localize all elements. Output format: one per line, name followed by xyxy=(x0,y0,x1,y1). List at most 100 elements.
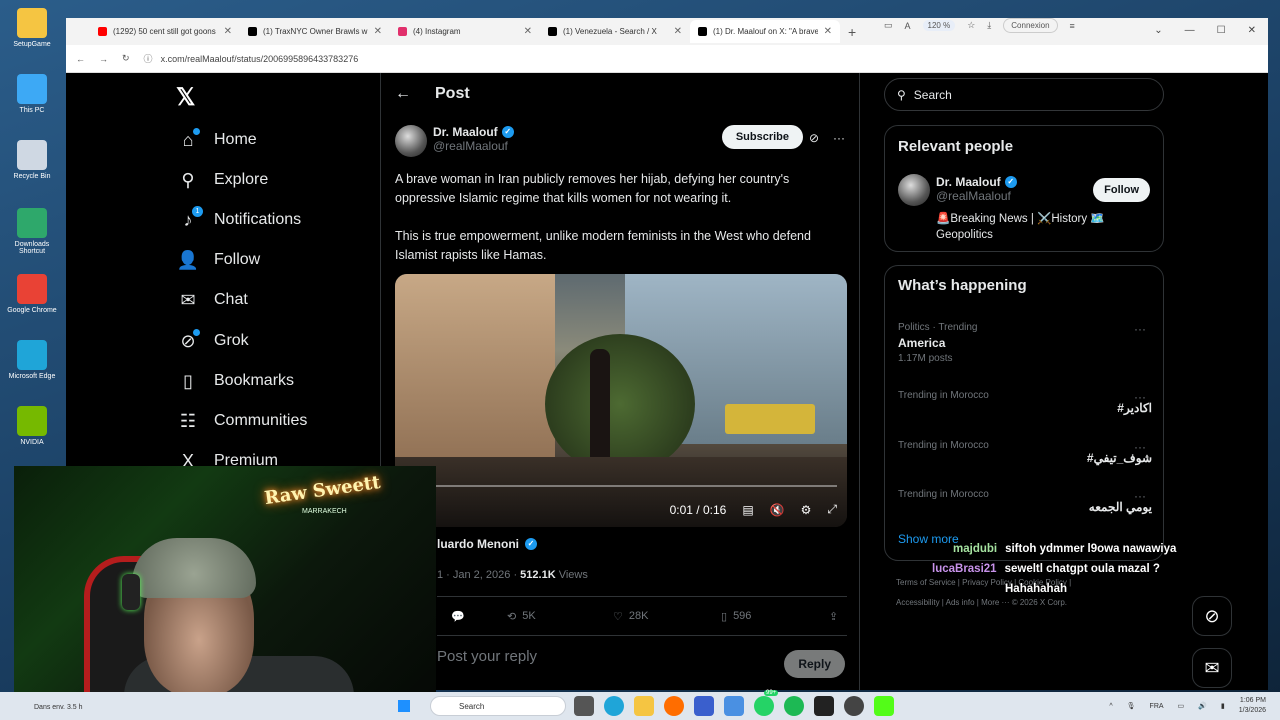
menu-icon[interactable]: ≡ xyxy=(1070,21,1075,31)
capcut-icon[interactable] xyxy=(814,696,834,716)
more-options-icon[interactable]: ··· xyxy=(1134,390,1146,404)
browser-tab[interactable]: (4) Instagram ✕ xyxy=(390,20,540,43)
cast-icon[interactable]: ▭ xyxy=(884,20,893,31)
outlook-icon[interactable] xyxy=(724,696,744,716)
post-author[interactable]: Dr. Maalouf ✓ @realMaalouf xyxy=(395,125,514,157)
quoted-author-name[interactable]: luardo Menoni xyxy=(437,537,519,551)
nav-item-explore[interactable]: ⚲ Explore xyxy=(176,169,268,191)
language-indicator[interactable]: FRA xyxy=(1150,703,1164,710)
maximize-button[interactable]: ☐ xyxy=(1217,25,1226,36)
connexion-button[interactable]: Connexion xyxy=(1003,18,1058,33)
browser-tab[interactable]: (1) Dr. Maalouf on X: "A brave ✕ xyxy=(690,20,840,43)
favorite-star-icon[interactable]: ☆ xyxy=(967,20,975,31)
edge-icon[interactable] xyxy=(604,696,624,716)
more-options-icon[interactable]: ··· xyxy=(1134,322,1146,336)
refresh-icon[interactable]: ↻ xyxy=(122,53,130,64)
url-field[interactable]: x.com/realMaalouf/status/200699589643378… xyxy=(161,54,359,64)
close-window-button[interactable]: ✕ xyxy=(1248,25,1256,36)
browser-tab[interactable]: (1) TraxNYC Owner Brawls with ✕ xyxy=(240,20,390,43)
trend-item[interactable]: Politics · Trending America 1.17M posts ··· xyxy=(898,322,1152,364)
kick-icon[interactable] xyxy=(874,696,894,716)
back-arrow-icon[interactable]: ← xyxy=(395,85,411,103)
trend-item[interactable]: Trending in Morocco #اكادير ··· xyxy=(898,390,1152,415)
close-tab-icon[interactable]: ✕ xyxy=(524,26,532,37)
nav-item-follow[interactable]: 👤 Follow xyxy=(176,249,260,271)
site-info-icon[interactable]: ⓘ xyxy=(144,52,153,65)
taskbar-search-input[interactable]: Search xyxy=(430,696,566,716)
messages-fab-button[interactable]: ✉ xyxy=(1192,648,1232,688)
more-options-icon[interactable]: ··· xyxy=(833,131,845,145)
clock[interactable]: 1:06 PM 1/3/2026 xyxy=(1239,696,1266,716)
nav-item-chat[interactable]: ✉ Chat xyxy=(176,289,247,311)
trend-item[interactable]: Trending in Morocco #شوف_تيفي ··· xyxy=(898,440,1152,465)
desktop-icon[interactable]: Microsoft Edge xyxy=(2,340,62,380)
reply-button[interactable]: Reply xyxy=(784,650,845,678)
close-tab-icon[interactable]: ✕ xyxy=(824,26,832,37)
tray-chevron-icon[interactable]: ^ xyxy=(1109,703,1112,710)
spotify-icon[interactable] xyxy=(784,696,804,716)
fullscreen-icon[interactable]: ⤢ xyxy=(827,502,837,517)
minimize-button[interactable]: — xyxy=(1185,25,1195,36)
subscribe-button[interactable]: Subscribe xyxy=(721,125,803,149)
chatgpt-icon[interactable] xyxy=(844,696,864,716)
task-view-icon[interactable] xyxy=(574,696,594,716)
avatar[interactable] xyxy=(898,174,930,206)
reply-stat[interactable]: 💬 xyxy=(451,610,465,623)
close-tab-icon[interactable]: ✕ xyxy=(374,26,382,37)
share-stat[interactable]: ⇪ xyxy=(829,610,838,623)
reply-input[interactable]: Post your reply xyxy=(437,648,537,665)
microphone-icon[interactable]: 🎙 xyxy=(1127,702,1136,710)
close-tab-icon[interactable]: ✕ xyxy=(674,26,682,37)
weather-widget[interactable]: Dans env. 3.5 h xyxy=(34,704,83,711)
close-tab-icon[interactable]: ✕ xyxy=(224,26,232,37)
captions-icon[interactable]: ▤ xyxy=(742,503,753,517)
video-player[interactable]: 0:01 / 0:16 ▤ 🔇 ⚙ ⤢ xyxy=(395,274,847,527)
nav-item-grok[interactable]: ⊘ Grok xyxy=(176,329,249,352)
new-tab-button[interactable]: + xyxy=(848,24,856,40)
whatsapp-icon[interactable]: 99+ xyxy=(754,690,779,716)
nav-item-communities[interactable]: ☷ Communities xyxy=(176,410,307,432)
desktop-icon[interactable]: Recycle Bin xyxy=(2,140,62,180)
firefox-icon[interactable] xyxy=(664,696,684,716)
author-name[interactable]: Dr. Maalouf xyxy=(433,125,498,139)
search-input[interactable]: ⚲ Search xyxy=(884,78,1164,111)
desktop-icon[interactable]: Downloads Shortcut xyxy=(2,208,62,255)
follow-button[interactable]: Follow xyxy=(1093,178,1150,202)
zoom-badge[interactable]: 120 % xyxy=(922,20,956,31)
forward-icon[interactable]: → xyxy=(99,54,108,64)
x-logo-icon[interactable]: 𝕏 xyxy=(176,83,195,112)
bookmark-stat[interactable]: ▯ 596 xyxy=(721,610,751,623)
grok-icon[interactable]: ⊘ xyxy=(809,131,819,145)
more-options-icon[interactable]: ··· xyxy=(1134,489,1146,503)
battery-icon[interactable]: ▮ xyxy=(1221,702,1225,710)
translate-icon[interactable]: A xyxy=(905,21,911,31)
volume-icon[interactable]: 🔊 xyxy=(1198,702,1207,710)
more-options-icon[interactable]: ··· xyxy=(1134,440,1146,454)
nav-item-bookmarks[interactable]: ▯ Bookmarks xyxy=(176,370,294,392)
windows-start-icon[interactable] xyxy=(398,700,410,712)
desktop-icon[interactable]: Google Chrome xyxy=(2,274,62,314)
person-handle[interactable]: @realMaalouf xyxy=(936,189,1017,203)
mute-icon[interactable]: 🔇 xyxy=(770,503,785,517)
author-handle[interactable]: @realMaalouf xyxy=(433,139,514,153)
desktop-icon[interactable]: NVIDIA xyxy=(2,406,62,446)
desktop-icon[interactable]: SetupGame xyxy=(2,8,62,48)
grok-fab-button[interactable]: ⊘ xyxy=(1192,596,1232,636)
repost-stat[interactable]: ⟲ 5K xyxy=(507,610,536,623)
file-explorer-icon[interactable] xyxy=(634,696,654,716)
download-icon[interactable]: ⤓ xyxy=(987,20,991,31)
post-date[interactable]: 1 · Jan 2, 2026 · xyxy=(437,569,520,581)
avatar[interactable] xyxy=(395,125,427,157)
browser-tab[interactable]: (1292) 50 cent still got goons in ✕ xyxy=(90,20,240,43)
back-icon[interactable]: ← xyxy=(76,54,85,64)
person-name[interactable]: Dr. Maalouf xyxy=(936,175,1001,189)
trend-item[interactable]: Trending in Morocco يومي الجمعه ··· xyxy=(898,489,1152,514)
store-icon[interactable] xyxy=(694,696,714,716)
browser-tab[interactable]: (1) Venezuela - Search / X ✕ xyxy=(540,20,690,43)
video-progress-bar[interactable] xyxy=(405,485,837,487)
quoted-author[interactable]: luardo Menoni ✓ xyxy=(437,537,537,551)
footer-links[interactable]: Accessibility | Ads info | More ··· © 20… xyxy=(896,598,1067,607)
like-stat[interactable]: ♡ 28K xyxy=(613,610,648,623)
settings-gear-icon[interactable]: ⚙ xyxy=(801,503,812,517)
show-more-link[interactable]: Show more xyxy=(898,532,959,546)
